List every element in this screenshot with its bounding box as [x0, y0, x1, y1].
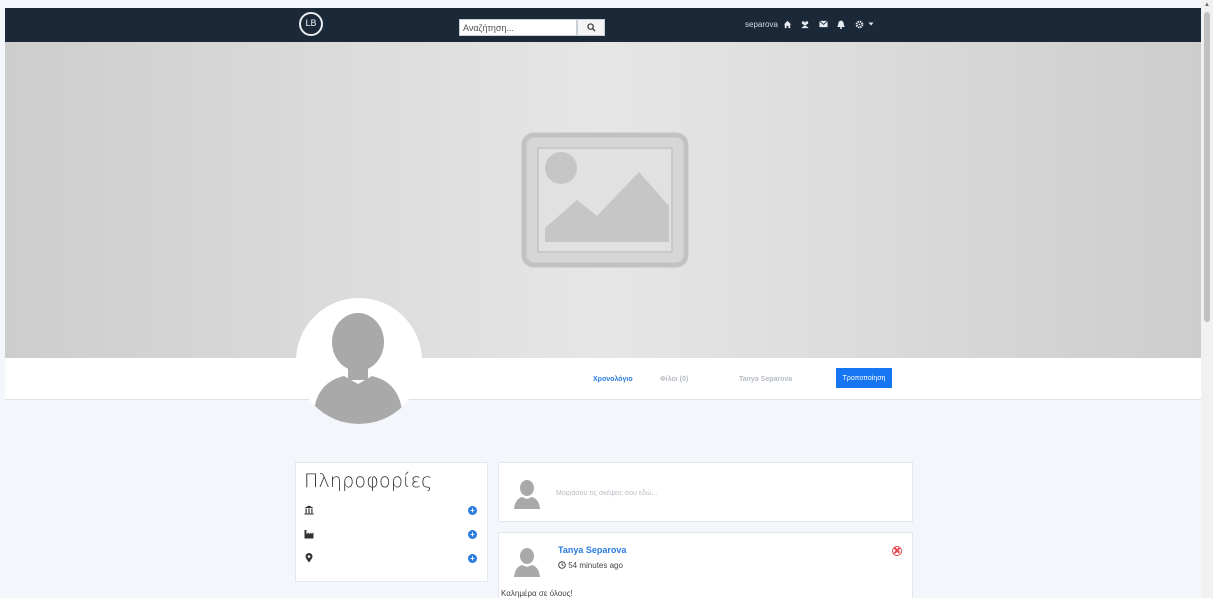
post-author-avatar[interactable] [511, 545, 543, 577]
search-icon [586, 23, 596, 32]
cover-photo[interactable] [5, 42, 1201, 358]
search-button[interactable] [577, 19, 605, 36]
page-scrollbar[interactable]: ▲ [1201, 0, 1213, 598]
users-icon[interactable] [800, 20, 810, 30]
bell-icon[interactable] [836, 20, 846, 30]
map-marker-icon [305, 553, 313, 563]
gear-icon[interactable] [854, 20, 864, 30]
nav-username[interactable]: separova [745, 20, 778, 29]
search-input[interactable] [459, 19, 577, 36]
image-placeholder-icon [521, 132, 689, 268]
composer-placeholder[interactable]: Μοιράσου τις σκέψεις σου εδώ... [556, 490, 657, 497]
tab-timeline[interactable]: Χρονολόγιο [593, 376, 633, 383]
profile-page: LB separova [0, 0, 1213, 598]
post-author-link[interactable]: Tanya Separova [558, 545, 626, 555]
delete-post-button[interactable] [892, 546, 902, 556]
post-card: Tanya Separova 54 minutes ago Καλημέρα σ… [498, 532, 913, 598]
add-location-button[interactable]: + [468, 554, 477, 563]
site-logo[interactable]: LB [299, 12, 323, 36]
post-text: Καλημέρα σε όλους! [501, 589, 573, 598]
post-timestamp: 54 minutes ago [558, 561, 623, 570]
industry-icon [304, 530, 314, 539]
profile-tabs-bar: Χρονολόγιο Φίλοι (0) Tanya Separova Τροπ… [5, 358, 1201, 400]
clock-icon [558, 561, 566, 569]
caret-down-icon[interactable] [866, 20, 876, 30]
envelope-icon[interactable] [818, 20, 828, 30]
add-institution-button[interactable]: + [468, 506, 477, 515]
top-navbar: LB separova [5, 8, 1201, 42]
post-composer[interactable]: Μοιράσου τις σκέψεις σου εδώ... [498, 462, 913, 522]
institution-icon [304, 505, 314, 515]
tab-profile-name[interactable]: Tanya Separova [739, 376, 792, 383]
add-industry-button[interactable]: + [468, 530, 477, 539]
scroll-up-icon[interactable]: ▲ [1204, 2, 1210, 8]
edit-profile-button[interactable]: Τροποποίηση [836, 368, 892, 388]
user-silhouette-icon [297, 299, 421, 424]
tab-friends[interactable]: Φίλοι (0) [660, 376, 688, 383]
user-silhouette-icon [514, 548, 540, 577]
composer-avatar [511, 477, 543, 509]
home-icon[interactable] [782, 20, 792, 30]
info-card: Πληροφορίες + + + [295, 462, 488, 582]
profile-avatar[interactable] [296, 298, 422, 424]
logo-text: LB [305, 19, 317, 29]
info-title: Πληροφορίες [304, 470, 433, 492]
user-silhouette-icon [514, 480, 540, 509]
post-time-text: 54 minutes ago [568, 561, 623, 570]
scroll-thumb[interactable] [1204, 12, 1210, 322]
